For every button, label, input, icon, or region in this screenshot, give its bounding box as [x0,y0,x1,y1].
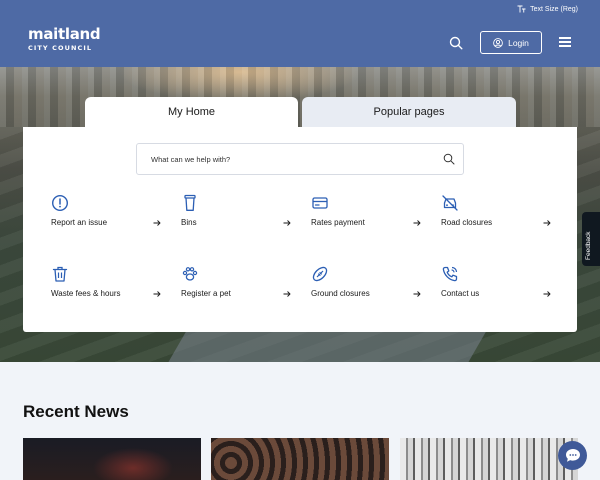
search-box [136,143,464,175]
quick-link-road-closures[interactable]: Road closures [441,194,553,234]
chat-bubble-icon [565,449,580,462]
arrow-right-icon [283,291,291,297]
site-header: maitland CITY COUNCIL Text Size (Reg) Lo… [0,0,600,67]
quick-link-report-an-issue[interactable]: Report an issue [51,194,163,234]
credit-card-icon [312,197,328,209]
quick-link-contact-us[interactable]: Contact us [441,265,553,305]
arrow-right-icon [543,220,551,226]
arrow-right-icon [413,291,421,297]
recent-news-heading: Recent News [23,402,129,421]
quick-links-card: Report an issue Bins Rates payment [23,127,577,332]
user-icon [493,37,503,48]
arrow-right-icon [283,220,291,226]
maitland-logo[interactable]: maitland CITY COUNCIL [28,25,101,53]
quick-link-label: Bins [181,218,197,227]
alert-circle-icon [51,194,69,212]
tab-my-home[interactable]: My Home [85,97,298,127]
quick-link-label: Contact us [441,289,480,298]
quick-link-rates-payment[interactable]: Rates payment [311,194,423,234]
quick-link-bins[interactable]: Bins [181,194,293,234]
search-input[interactable] [151,144,431,174]
hamburger-menu-icon[interactable] [559,37,571,47]
news-card-image[interactable] [400,438,578,480]
quick-link-register-a-pet[interactable]: Register a pet [181,265,293,305]
quick-link-label: Rates payment [311,218,365,227]
quick-link-ground-closures[interactable]: Ground closures [311,265,423,305]
text-size-button[interactable]: Text Size (Reg) [517,5,578,13]
arrow-right-icon [153,291,161,297]
arrow-right-icon [543,291,551,297]
arrow-right-icon [153,220,161,226]
quick-link-label: Ground closures [311,289,370,298]
chat-button[interactable] [558,441,587,470]
logo-subtitle: CITY COUNCIL [28,44,93,52]
paw-icon [182,267,198,281]
football-icon [312,266,328,282]
bin-icon [184,194,196,211]
text-size-icon [517,5,526,13]
quick-link-label: Road closures [441,218,493,227]
quick-link-label: Register a pet [181,289,231,298]
trash-icon [52,266,68,282]
feedback-tab[interactable]: Feedback [582,212,600,266]
quick-link-label: Waste fees & hours [51,289,121,298]
car-off-icon [442,195,458,211]
news-card-image[interactable] [211,438,389,480]
login-button[interactable]: Login [480,31,542,54]
text-size-label: Text Size (Reg) [530,5,578,13]
login-label: Login [508,37,529,48]
news-card-image[interactable] [23,438,201,480]
tab-popular-pages[interactable]: Popular pages [302,97,516,127]
header-search-icon[interactable] [449,36,463,50]
feedback-label: Feedback [585,231,592,260]
search-icon[interactable] [443,153,455,165]
arrow-right-icon [413,220,421,226]
quick-link-label: Report an issue [51,218,108,227]
quick-link-waste-fees-hours[interactable]: Waste fees & hours [51,265,163,305]
logo-wordmark: maitland [28,25,101,43]
phone-icon [442,266,458,282]
